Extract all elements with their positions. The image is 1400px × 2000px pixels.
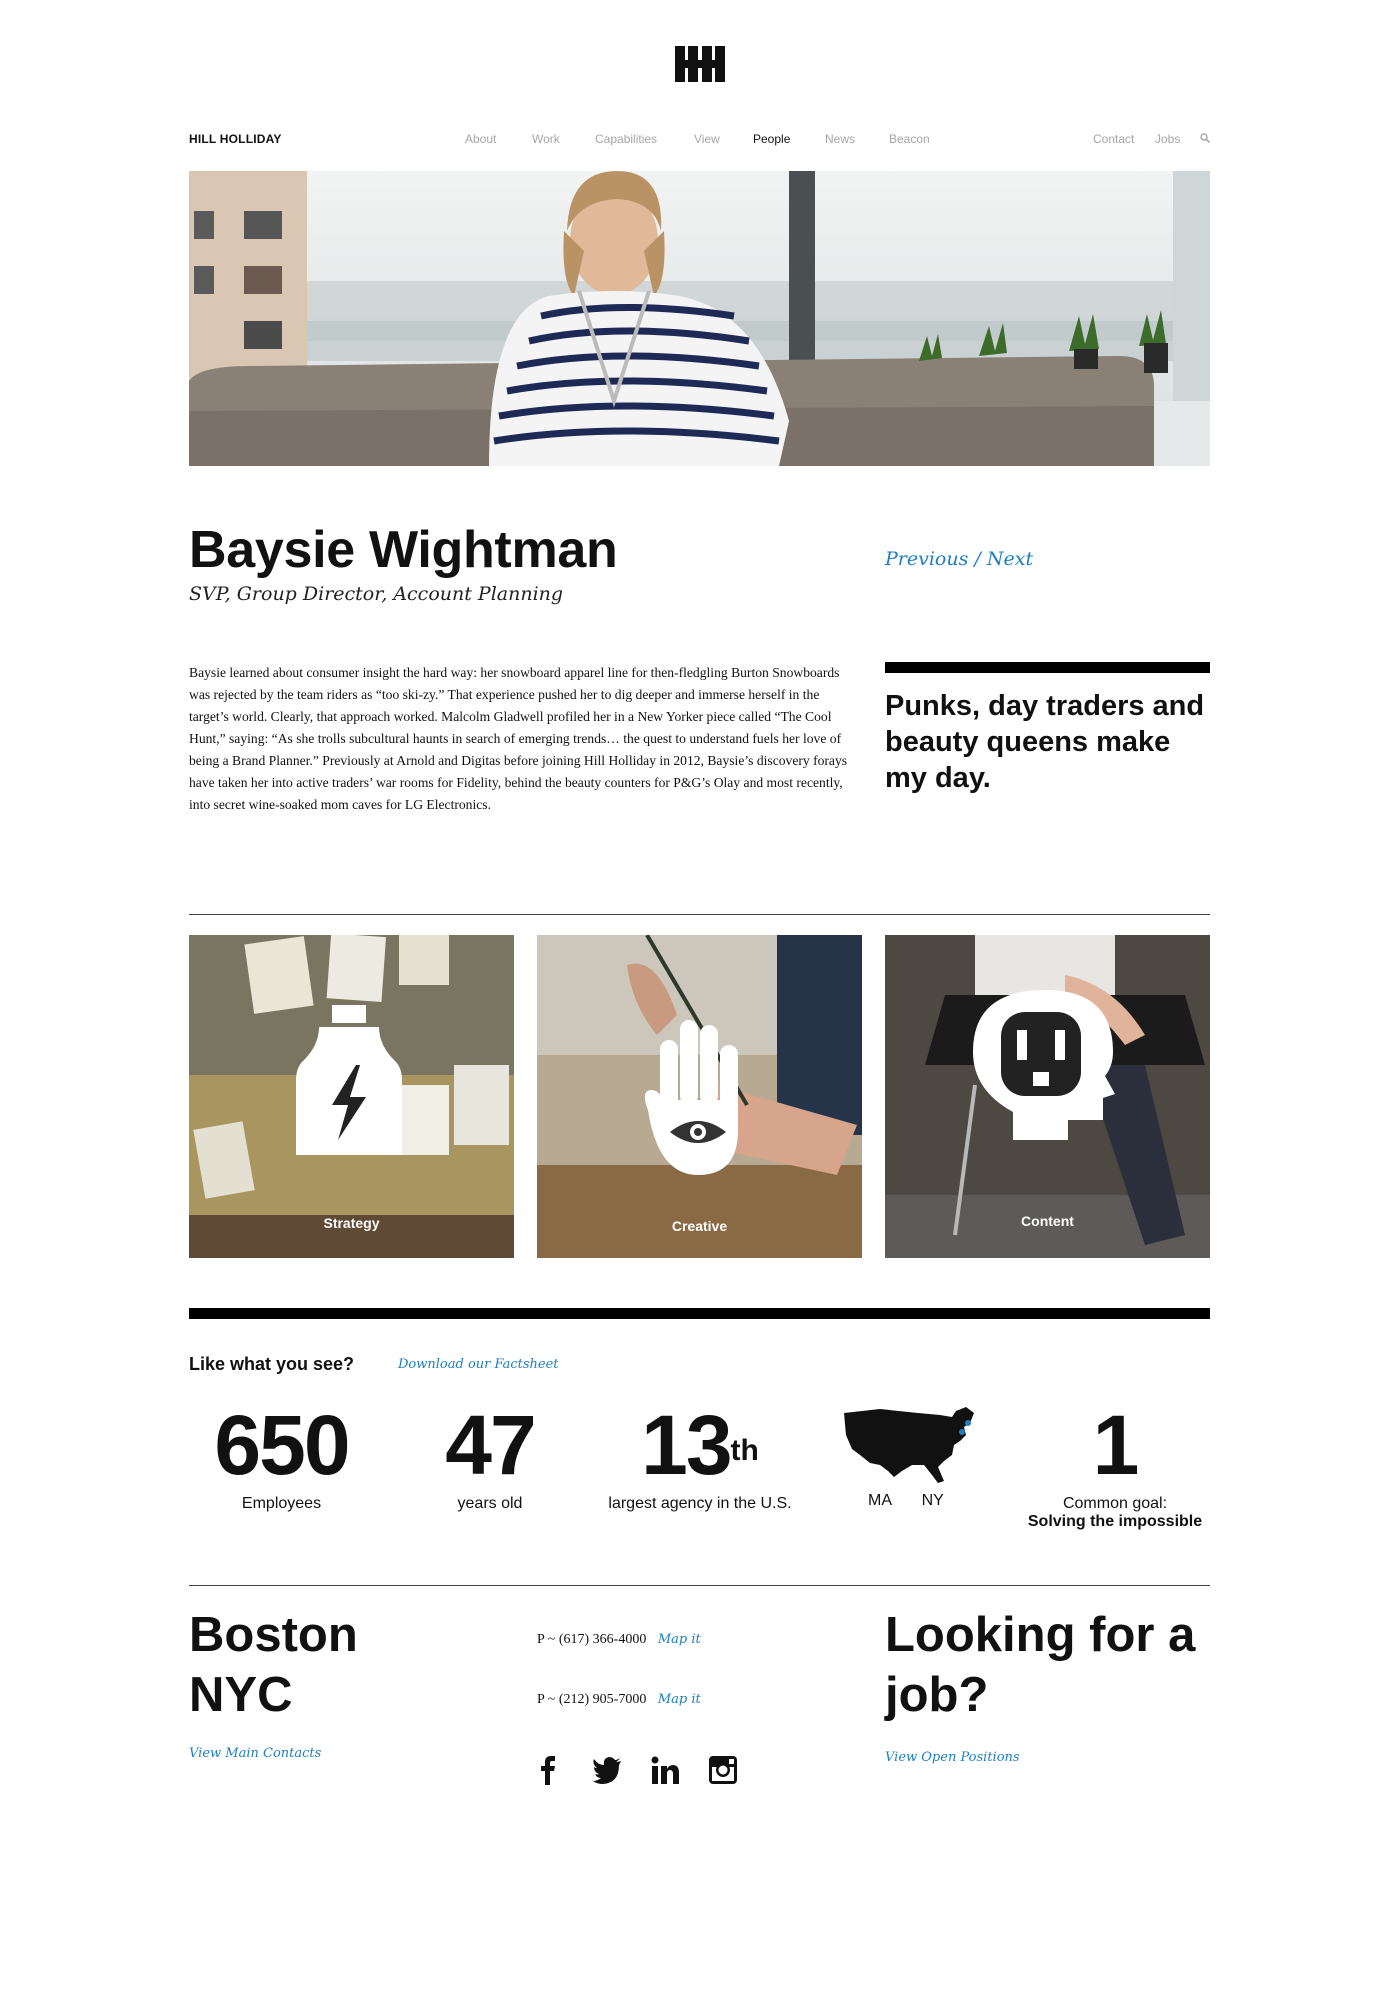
footer-divider: [189, 1585, 1210, 1586]
view-open-positions-link[interactable]: View Open Positions: [885, 1750, 1020, 1765]
stat-label: Employees: [241, 1495, 322, 1512]
head-outlet-icon: [973, 990, 1115, 1140]
stat-label: Common goal: Solving the impossible: [1015, 1495, 1215, 1531]
hero-image: [189, 171, 1210, 466]
next-link[interactable]: Next: [987, 548, 1033, 570]
nav-work[interactable]: Work: [532, 132, 560, 146]
tile-creative[interactable]: Creative: [537, 935, 862, 1258]
map-label-ma: MA: [868, 1492, 892, 1509]
bio-text: Baysie learned about consumer insight th…: [189, 665, 848, 812]
map-it-nyc-link[interactable]: Map it: [658, 1692, 701, 1707]
nav-news[interactable]: News: [825, 132, 855, 146]
hand-eye-icon: [644, 1020, 738, 1175]
tile-label-content: Content: [1021, 1213, 1074, 1229]
tile-content[interactable]: Content: [885, 935, 1210, 1258]
stat-years: 47 years old: [420, 1395, 560, 1513]
facts-divider: [189, 1308, 1210, 1319]
pagination: Previous / Next: [885, 548, 1033, 570]
phone-nyc: P ~ (212) 905-7000 Map it: [537, 1692, 701, 1708]
nav-beacon[interactable]: Beacon: [889, 132, 930, 146]
person-title: SVP, Group Director, Account Planning: [189, 583, 564, 605]
brand-link[interactable]: HILL HOLLIDAY: [189, 132, 282, 146]
hh-logo[interactable]: [672, 42, 728, 86]
nav-contact[interactable]: Contact: [1093, 132, 1134, 146]
stat-label-line1: Common goal:: [1062, 1495, 1168, 1512]
phone-nyc-number: P ~ (212) 905-7000: [537, 1692, 647, 1707]
linkedin-icon[interactable]: [650, 1755, 680, 1785]
us-map-icon: [844, 1407, 974, 1483]
facebook-icon[interactable]: [533, 1755, 563, 1785]
download-factsheet-link[interactable]: Download our Factsheet: [398, 1357, 559, 1372]
stat-employees: 650 Employees: [189, 1395, 374, 1513]
stat-label-line2: Solving the impossible: [1027, 1513, 1203, 1530]
pull-quote: Punks, day traders and beauty queens mak…: [885, 690, 1205, 794]
main-nav: HILL HOLLIDAY About Work Capabilities Vi…: [189, 130, 1210, 152]
nav-about[interactable]: About: [465, 132, 496, 146]
tile-label-strategy: Strategy: [323, 1215, 380, 1231]
view-main-contacts-link[interactable]: View Main Contacts: [189, 1746, 321, 1761]
instagram-icon[interactable]: [708, 1755, 738, 1785]
tile-strategy[interactable]: Strategy: [189, 935, 514, 1258]
stat-label: years old: [457, 1495, 523, 1512]
city-boston: Boston: [189, 1608, 358, 1662]
stat-value: 1: [1092, 1398, 1140, 1492]
stat-value: 47: [445, 1398, 536, 1492]
stat-value: 650: [214, 1398, 350, 1492]
stat-label: largest agency in the U.S.: [608, 1495, 792, 1512]
facts-heading: Like what you see?: [189, 1354, 355, 1374]
map-it-boston-link[interactable]: Map it: [658, 1632, 701, 1647]
stat-value: 13: [641, 1398, 732, 1492]
job-heading: Looking for a job?: [885, 1608, 1196, 1722]
bottle-bolt-icon: [296, 1005, 402, 1155]
stat-superscript: th: [730, 1434, 759, 1467]
search-icon[interactable]: [1200, 133, 1210, 143]
nav-capabilities[interactable]: Capabilities: [595, 132, 657, 146]
twitter-icon[interactable]: [592, 1755, 622, 1785]
nav-view[interactable]: View: [694, 132, 720, 146]
person-name: Baysie Wightman: [189, 521, 618, 579]
quote-divider: [885, 662, 1210, 673]
pagination-separator: /: [974, 548, 981, 570]
previous-link[interactable]: Previous: [885, 548, 968, 570]
hero-photo: [189, 171, 1210, 466]
map-labels: MA NY: [868, 1492, 944, 1510]
stat-rank: 13th largest agency in the U.S.: [595, 1395, 805, 1513]
phone-boston: P ~ (617) 366-4000 Map it: [537, 1632, 701, 1648]
map-label-ny: NY: [921, 1492, 944, 1509]
nav-jobs[interactable]: Jobs: [1155, 132, 1180, 146]
city-nyc: NYC: [189, 1668, 293, 1722]
section-divider: [189, 914, 1210, 915]
tile-label-creative: Creative: [671, 1218, 728, 1234]
stat-goal: 1 Common goal: Solving the impossible: [1015, 1395, 1215, 1531]
phone-boston-number: P ~ (617) 366-4000: [537, 1632, 647, 1647]
nav-people[interactable]: People: [753, 132, 790, 146]
